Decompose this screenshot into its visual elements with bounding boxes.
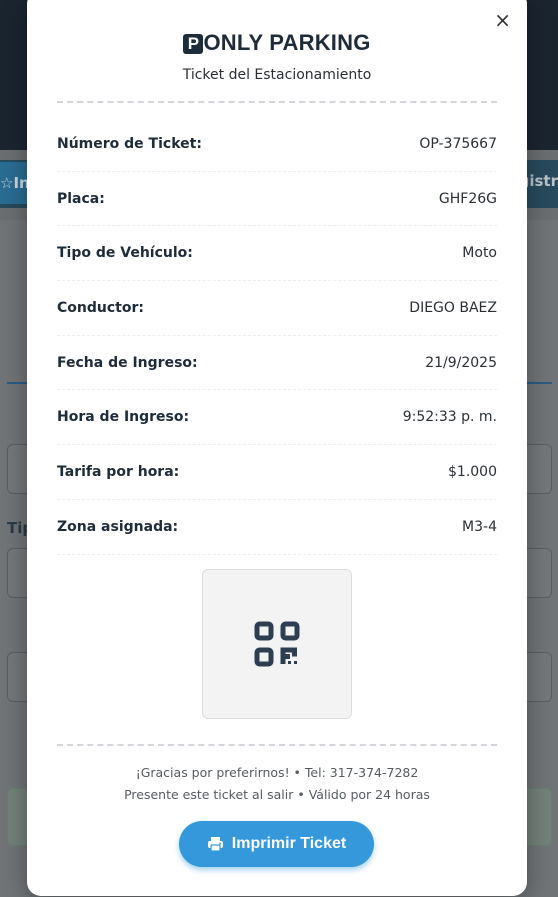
row-value: Moto bbox=[462, 245, 497, 262]
row-label: Placa: bbox=[57, 190, 105, 207]
ticket-details: Número de Ticket: OP-375667 Placa: GHF26… bbox=[57, 117, 497, 555]
print-ticket-button[interactable]: Imprimir Ticket bbox=[179, 821, 374, 867]
ticket-row-vehicle-type: Tipo de Vehículo: Moto bbox=[57, 226, 497, 282]
row-label: Tarifa por hora: bbox=[57, 463, 180, 480]
bottom-dashed-divider bbox=[57, 744, 497, 746]
ticket-row-plate: Placa: GHF26G bbox=[57, 172, 497, 227]
printer-icon bbox=[207, 837, 223, 852]
top-dashed-divider bbox=[57, 101, 497, 103]
close-icon[interactable]: × bbox=[494, 10, 511, 30]
row-value: GHF26G bbox=[438, 190, 497, 207]
row-value: OP-375667 bbox=[419, 135, 497, 152]
brand-name: ONLY PARKING bbox=[203, 30, 371, 55]
parking-logo-icon: P bbox=[183, 34, 204, 54]
row-value: 21/9/2025 bbox=[425, 354, 497, 371]
row-value: $1.000 bbox=[448, 463, 497, 480]
ticket-row-hourly-rate: Tarifa por hora: $1.000 bbox=[57, 445, 497, 500]
row-label: Fecha de Ingreso: bbox=[57, 354, 198, 371]
row-label: Conductor: bbox=[57, 299, 144, 316]
ticket-row-driver: Conductor: DIEGO BAEZ bbox=[57, 281, 497, 336]
footer-thanks: ¡Gracias por preferirnos! • Tel: 317-374… bbox=[135, 765, 419, 780]
ticket-subtitle: Ticket del Estacionamiento bbox=[182, 67, 372, 83]
ticket-row-entry-date: Fecha de Ingreso: 21/9/2025 bbox=[57, 336, 497, 391]
row-value: DIEGO BAEZ bbox=[409, 299, 497, 316]
row-label: Zona asignada: bbox=[57, 518, 179, 535]
row-value: M3-4 bbox=[462, 518, 497, 535]
row-label: Número de Ticket: bbox=[57, 135, 202, 152]
print-button-label: Imprimir Ticket bbox=[231, 835, 347, 852]
footer-validity: Presente este ticket al salir • Válido p… bbox=[124, 787, 430, 802]
ticket-row-entry-time: Hora de Ingreso: 9:52:33 p. m. bbox=[57, 390, 497, 446]
brand-title: P ONLY PARKING bbox=[27, 30, 527, 56]
ticket-row-zone: Zona asignada: M3-4 bbox=[57, 500, 497, 555]
row-label: Hora de Ingreso: bbox=[57, 409, 190, 426]
row-value: 9:52:33 p. m. bbox=[402, 409, 497, 426]
ticket-row-number: Número de Ticket: OP-375667 bbox=[57, 117, 497, 172]
qrcode-icon bbox=[254, 621, 300, 667]
ticket-modal: × P ONLY PARKING Ticket del Estacionamien… bbox=[27, 0, 527, 896]
row-label: Tipo de Vehículo: bbox=[57, 245, 193, 262]
qr-code-box bbox=[202, 569, 352, 719]
